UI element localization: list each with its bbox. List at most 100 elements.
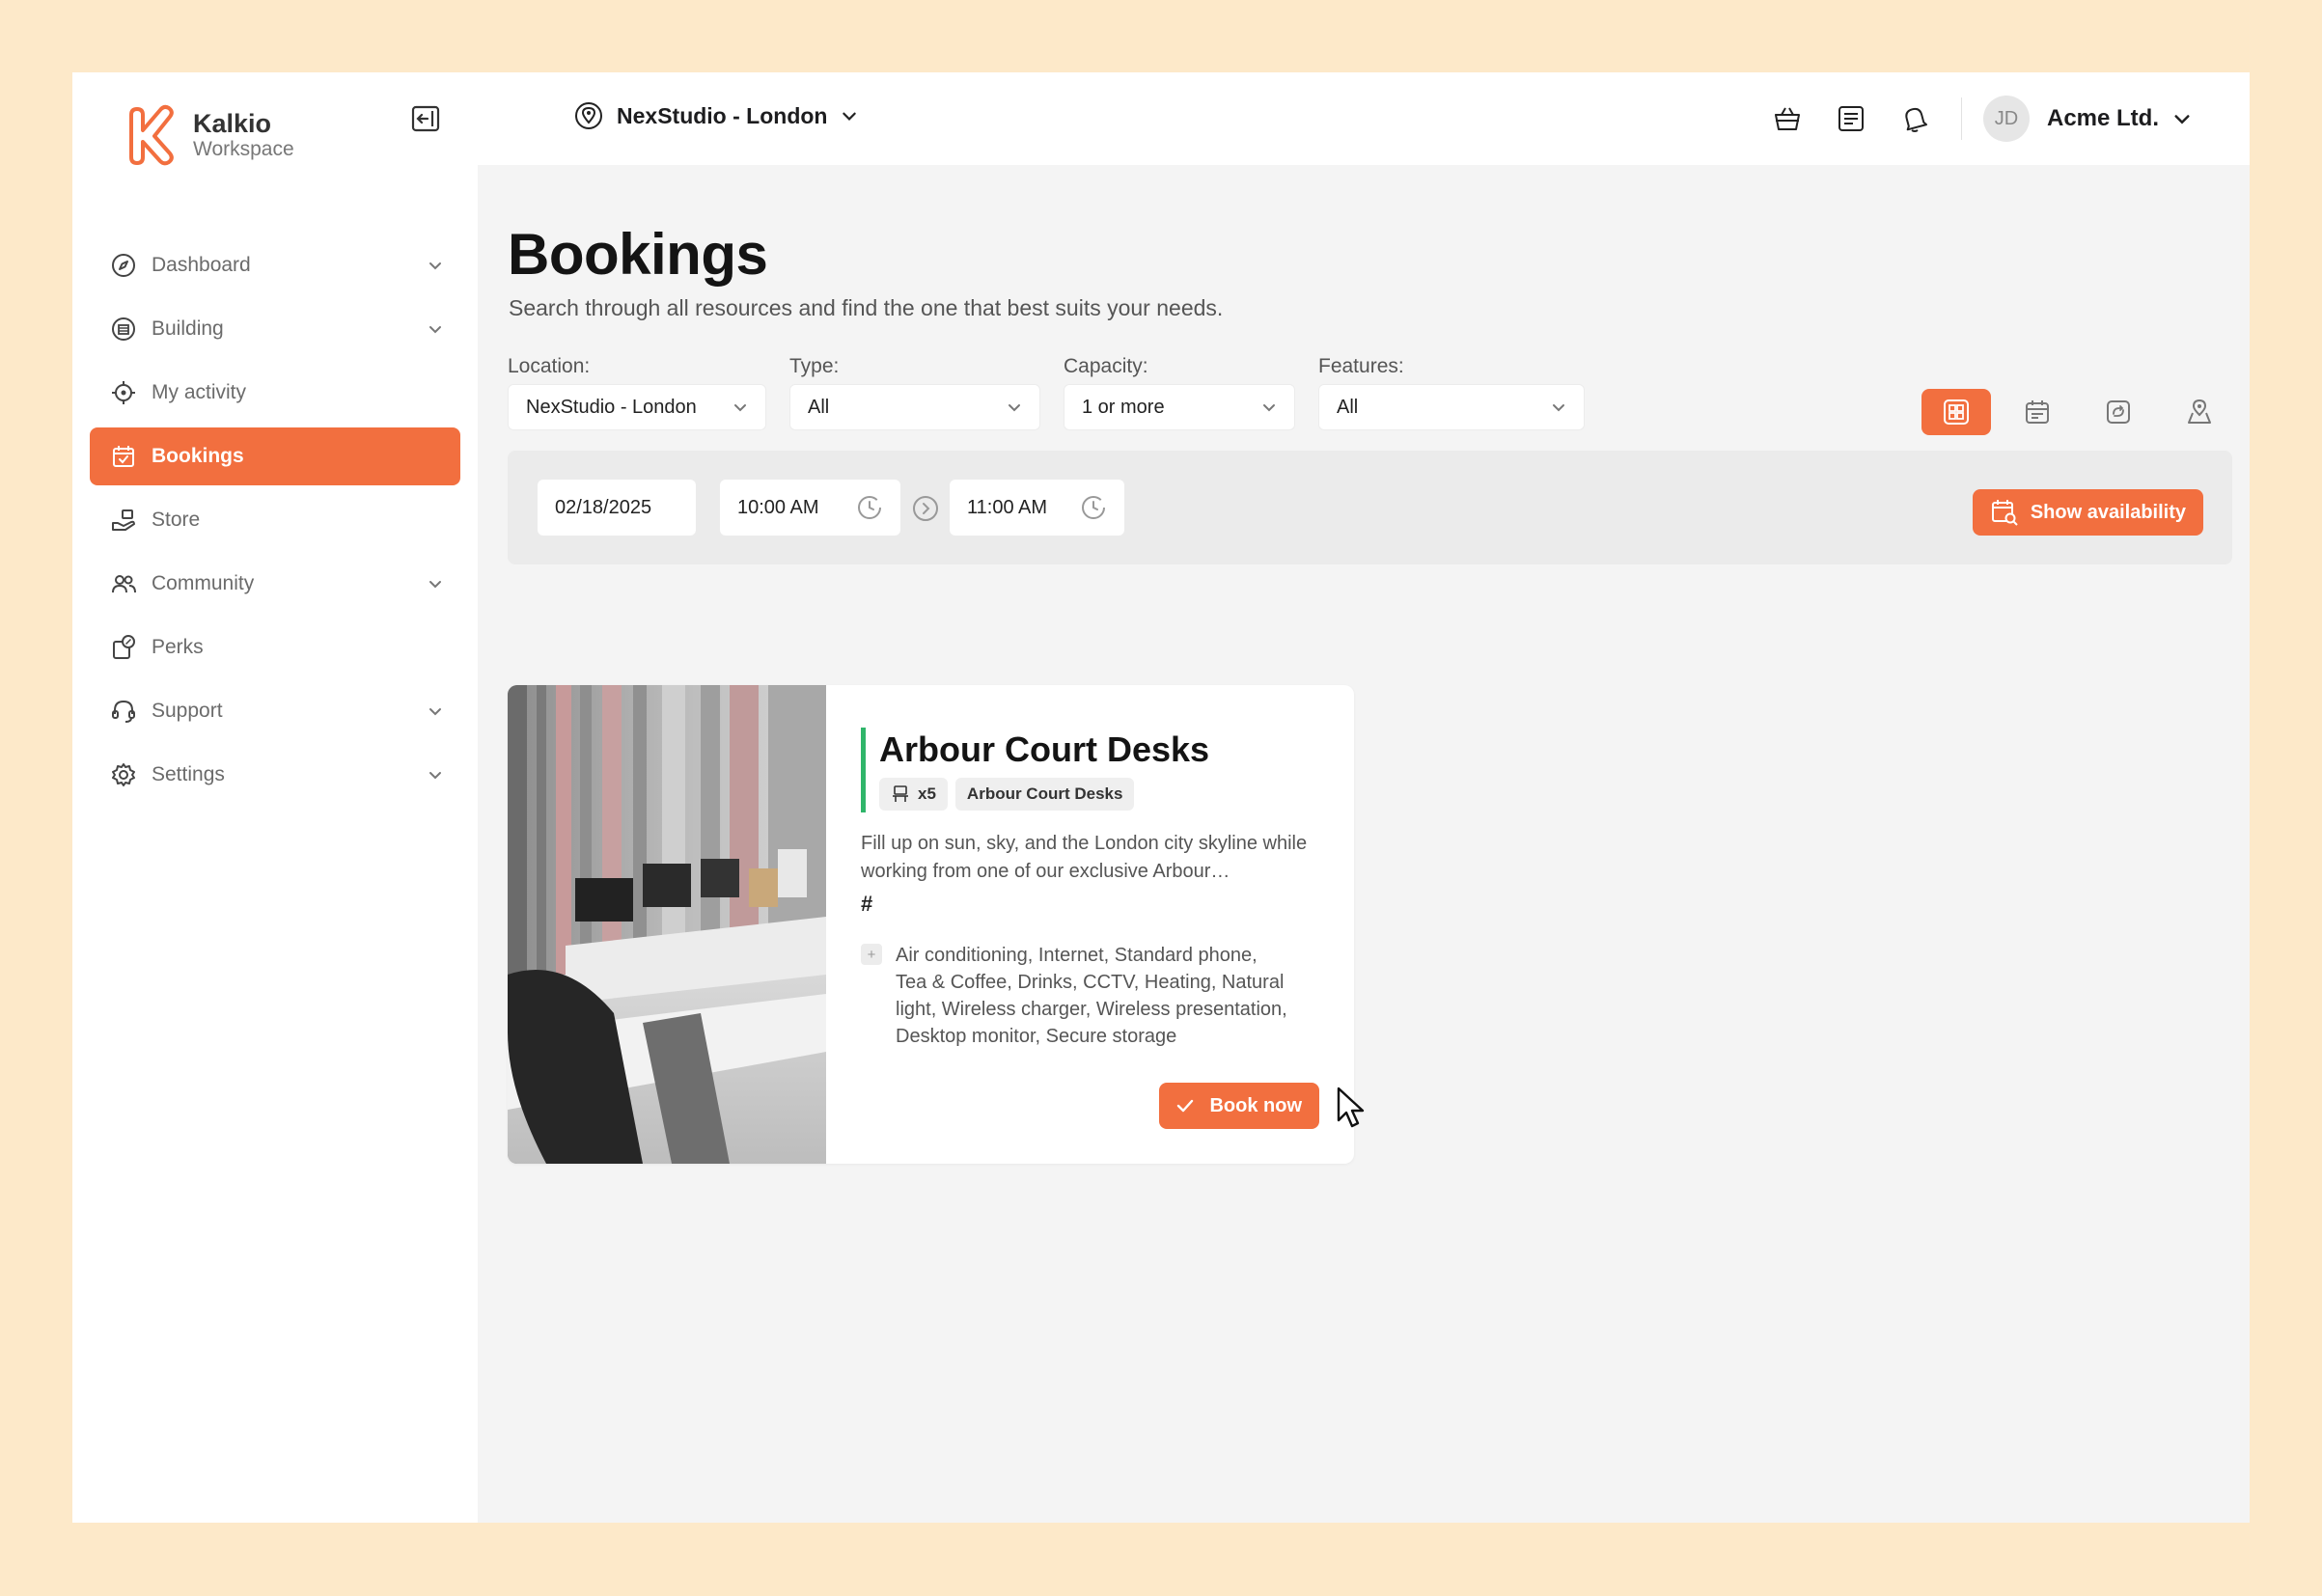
- capacity-filter: Capacity: 1 or more: [1064, 355, 1295, 430]
- gear-icon: [109, 760, 138, 789]
- arrow-right-icon: [913, 496, 938, 521]
- end-time-input[interactable]: 11:00 AM: [950, 480, 1124, 536]
- sidebar-item-store[interactable]: Store: [90, 491, 460, 549]
- sidebar-item-settings[interactable]: Settings: [90, 746, 460, 804]
- sidebar-item-label: Support: [152, 700, 223, 722]
- kalkio-logo-icon: [129, 104, 174, 166]
- book-now-button[interactable]: Book now: [1159, 1083, 1319, 1129]
- chevron-down-icon: [1553, 404, 1564, 412]
- sidebar-item-label: Store: [152, 509, 201, 531]
- page-title: Bookings: [508, 222, 768, 287]
- show-availability-label: Show availability: [2030, 501, 2186, 523]
- avatar[interactable]: JD: [1982, 96, 2030, 142]
- resource-description: Fill up on sun, sky, and the London city…: [861, 833, 1308, 882]
- sidebar-item-support[interactable]: Support: [90, 682, 460, 740]
- orders-icon: [1838, 106, 1864, 131]
- filter-label: Location:: [508, 355, 591, 377]
- capacity-value: x5: [918, 784, 936, 803]
- book-now-label: Book now: [1209, 1094, 1302, 1116]
- chevron-down-icon: [843, 112, 857, 121]
- end-time-value: 11:00 AM: [967, 496, 1048, 518]
- sidebar-item-label: Community: [152, 572, 255, 594]
- select-value: All: [1337, 396, 1359, 418]
- features-select[interactable]: All: [1318, 384, 1585, 430]
- sidebar-item-bookings[interactable]: Bookings: [90, 427, 460, 485]
- location-select[interactable]: NexStudio - London: [508, 384, 766, 430]
- collapse-sidebar-button[interactable]: [410, 104, 441, 133]
- resource-title[interactable]: Arbour Court Desks: [879, 728, 1319, 772]
- main-content: Bookings Search through all resources an…: [478, 165, 2250, 1523]
- perks-icon: [109, 633, 138, 662]
- sidebar-item-label: Bookings: [152, 445, 244, 467]
- date-input[interactable]: 02/18/2025: [538, 480, 696, 536]
- calendar-view-button[interactable]: [2003, 389, 2072, 435]
- brand-name: Kalkio: [193, 109, 272, 138]
- chevron-down-icon: [429, 581, 441, 589]
- chevron-down-icon: [429, 326, 441, 334]
- people-icon: [109, 569, 138, 598]
- notifications-button[interactable]: [1895, 99, 1934, 138]
- desk-icon: [893, 785, 908, 802]
- map-view-icon: [2188, 399, 2211, 424]
- location-name: NexStudio - London: [617, 102, 828, 128]
- filter-label: Features:: [1318, 355, 1404, 377]
- account-name[interactable]: Acme Ltd.: [2047, 105, 2159, 132]
- sidebar-item-label: Perks: [152, 636, 204, 658]
- basket-icon: [1774, 107, 1800, 130]
- sidebar-item-perks[interactable]: Perks: [90, 619, 460, 676]
- basket-button[interactable]: [1768, 99, 1807, 138]
- grid-view-icon: [1944, 399, 1969, 425]
- calendar-search-icon: [1991, 500, 2018, 526]
- location-picker[interactable]: NexStudio - London: [574, 101, 858, 130]
- chevron-down-icon: [429, 708, 441, 716]
- headset-icon: [109, 697, 138, 726]
- type-filter: Type: All: [789, 355, 1040, 430]
- sidebar-item-dashboard[interactable]: Dashboard: [90, 236, 460, 294]
- logo[interactable]: Kalkio Workspace: [125, 101, 294, 169]
- start-time-input[interactable]: 10:00 AM: [720, 480, 900, 536]
- sidebar-item-label: My activity: [152, 381, 247, 403]
- compass-icon: [109, 251, 138, 280]
- location-filter: Location: NexStudio - London: [508, 355, 766, 430]
- calendar-view-icon: [2026, 400, 2049, 424]
- resource-photo: [508, 685, 826, 1164]
- sidebar-item-community[interactable]: Community: [90, 555, 460, 613]
- sidebar-item-building[interactable]: Building: [90, 300, 460, 358]
- chevron-down-icon: [429, 772, 441, 780]
- capacity-chip: x5: [879, 778, 948, 811]
- time-filter-bar: 02/18/2025 10:00 AM 11:00 AM Show availa…: [508, 451, 2232, 564]
- building-icon: [109, 315, 138, 344]
- crosshair-icon: [109, 378, 138, 407]
- location-pin-icon: [575, 102, 602, 129]
- start-time-value: 10:00 AM: [737, 496, 819, 518]
- timeline-view-button[interactable]: [2084, 389, 2153, 435]
- view-switcher: [1910, 389, 2234, 435]
- store-hand-icon: [109, 506, 138, 535]
- collapse-icon: [411, 105, 440, 132]
- chevron-down-icon: [1263, 404, 1275, 412]
- expand-features-button[interactable]: +: [861, 944, 882, 965]
- orders-button[interactable]: [1832, 99, 1870, 138]
- chevron-down-icon: [429, 262, 441, 270]
- sidebar-item-my-activity[interactable]: My activity: [90, 364, 460, 422]
- mouse-cursor-icon: [1337, 1087, 1365, 1128]
- clock-icon: [858, 496, 881, 519]
- sidebar: Kalkio Workspace Dashboard Building My a…: [72, 72, 478, 1523]
- resource-card[interactable]: Arbour Court Desks x5 Arbour Court Desks…: [508, 685, 1354, 1164]
- grid-view-button[interactable]: [1921, 389, 1991, 435]
- calendar-check-icon: [109, 442, 138, 471]
- show-availability-button[interactable]: Show availability: [1972, 489, 2203, 536]
- select-value: 1 or more: [1082, 396, 1165, 418]
- features-filter: Features: All: [1318, 355, 1585, 430]
- app-window: Kalkio Workspace Dashboard Building My a…: [72, 72, 2250, 1523]
- features-text: Air conditioning, Internet, Standard pho…: [896, 945, 1287, 1047]
- check-icon: [1177, 1099, 1194, 1113]
- timeline-view-icon: [2107, 400, 2130, 424]
- capacity-select[interactable]: 1 or more: [1064, 384, 1295, 430]
- chevron-down-icon[interactable]: [2172, 109, 2192, 128]
- filter-label: Type:: [789, 355, 840, 377]
- map-view-button[interactable]: [2165, 389, 2234, 435]
- type-select[interactable]: All: [789, 384, 1040, 430]
- features-list: + Air conditioning, Internet, Standard p…: [861, 942, 1319, 1050]
- page-subtitle: Search through all resources and find th…: [509, 295, 1224, 320]
